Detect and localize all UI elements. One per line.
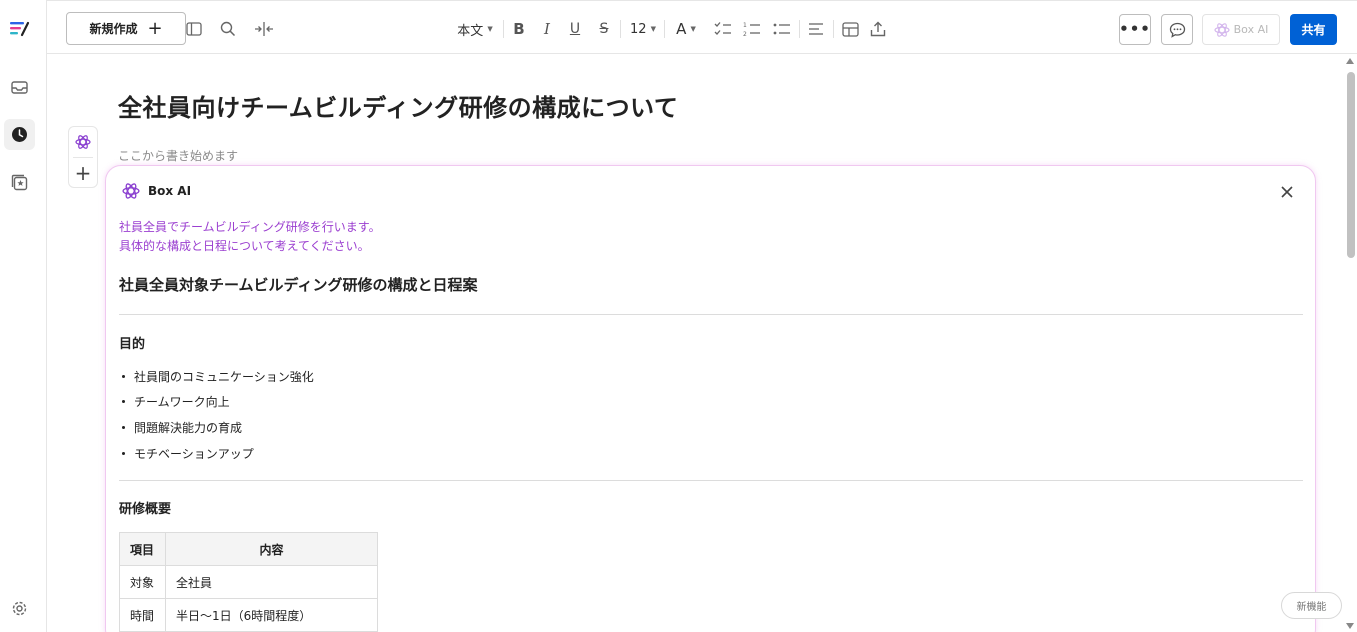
- table-insert-icon[interactable]: [839, 18, 861, 40]
- overview-table: 項目 内容 対象 全社員 時間 半日〜1日（6時間程度）: [119, 532, 378, 632]
- app-window: 新規作成 + 本文 ▼ B I U S 12 ▼ A ▼ 1 2 ••• Box…: [0, 0, 1357, 632]
- new-create-button[interactable]: 新規作成 +: [66, 12, 186, 45]
- plus-icon: +: [147, 17, 163, 39]
- add-block-plus-icon[interactable]: +: [69, 159, 97, 187]
- table-header-cell: 内容: [165, 532, 378, 566]
- ellipsis-icon: •••: [1119, 20, 1151, 38]
- block-tools: +: [68, 126, 98, 188]
- share-button[interactable]: 共有: [1290, 14, 1337, 45]
- table-header-cell: 項目: [119, 532, 166, 566]
- box-ai-atom-icon: [122, 183, 140, 199]
- left-rail: [0, 0, 47, 632]
- box-ai-panel: Box AI 社員全員でチームビルディング研修を行います。 具体的な構成と日程に…: [105, 165, 1316, 632]
- ai-response-heading: 社員全員対象チームビルディング研修の構成と日程案: [119, 276, 478, 294]
- sidebar-toggle-icon[interactable]: [184, 18, 204, 40]
- chevron-down-icon: ▼: [650, 25, 656, 33]
- block-tools-divider: [73, 157, 93, 158]
- underline-icon[interactable]: U: [565, 18, 585, 40]
- section-divider: [119, 480, 1303, 481]
- new-create-label: 新規作成: [89, 22, 138, 36]
- strikethrough-icon[interactable]: S: [594, 18, 614, 40]
- ai-prompt-line: 具体的な構成と日程について考えてください。: [119, 239, 370, 253]
- close-icon[interactable]: [1277, 182, 1297, 202]
- list-item: 問題解決能力の育成: [122, 419, 242, 436]
- section-heading-purpose: 目的: [119, 337, 146, 352]
- recent-clock-icon[interactable]: [4, 119, 35, 150]
- text-color-dropdown[interactable]: A ▼: [671, 18, 701, 40]
- box-ai-atom-icon: [1214, 22, 1230, 37]
- table-header-row: 項目 内容: [119, 532, 378, 566]
- box-ai-panel-title: Box AI: [148, 184, 192, 198]
- bulleted-list-icon[interactable]: [771, 18, 793, 40]
- ai-prompt-text: 社員全員でチームビルディング研修を行います。 具体的な構成と日程について考えてく…: [119, 218, 381, 256]
- box-ai-inline-icon[interactable]: [69, 128, 97, 156]
- favorites-icon[interactable]: [4, 167, 35, 198]
- upload-icon[interactable]: [867, 18, 889, 40]
- box-ai-button[interactable]: Box AI: [1202, 14, 1280, 45]
- text-style-dropdown[interactable]: 本文 ▼: [452, 18, 498, 40]
- bold-icon[interactable]: B: [509, 18, 529, 40]
- list-item: 社員間のコミュニケーション強化: [122, 368, 314, 385]
- document-title[interactable]: 全社員向けチームビルディング研修の構成について: [118, 88, 678, 123]
- numbered-list-icon[interactable]: 12: [741, 18, 763, 40]
- table-cell: 半日〜1日（6時間程度）: [165, 598, 378, 632]
- toolbar-divider: [503, 20, 504, 38]
- toolbar-divider: [664, 20, 665, 38]
- search-icon[interactable]: [218, 18, 238, 40]
- scroll-down-arrow-icon[interactable]: [1346, 623, 1354, 629]
- section-divider: [119, 314, 1303, 315]
- toolbar-divider: [799, 20, 800, 38]
- new-feature-button[interactable]: 新機能: [1281, 592, 1342, 619]
- list-item: モチベーションアップ: [122, 445, 254, 462]
- section-heading-overview: 研修概要: [119, 502, 172, 517]
- table-row: 時間 半日〜1日（6時間程度）: [119, 598, 378, 632]
- comment-bubble-icon: [1169, 22, 1185, 38]
- chevron-down-icon: ▼: [487, 25, 493, 33]
- checklist-icon[interactable]: [712, 18, 734, 40]
- font-size-value: 12: [630, 21, 647, 37]
- italic-icon[interactable]: I: [537, 18, 557, 40]
- svg-text:2: 2: [743, 31, 747, 37]
- scroll-up-arrow-icon[interactable]: [1346, 58, 1354, 64]
- editor-toolbar: 新規作成 + 本文 ▼ B I U S 12 ▼ A ▼ 1 2 ••• Box…: [47, 0, 1357, 54]
- box-ai-panel-header: Box AI: [122, 182, 191, 200]
- toolbar-divider: [620, 20, 621, 38]
- box-ai-button-label: Box AI: [1233, 23, 1269, 36]
- text-color-icon: A: [676, 20, 687, 38]
- chevron-down-icon: ▼: [690, 25, 696, 33]
- table-cell: 全社員: [165, 565, 378, 599]
- table-row: 対象 全社員: [119, 565, 378, 599]
- collapse-width-icon[interactable]: [253, 18, 275, 40]
- align-left-icon[interactable]: [805, 18, 827, 40]
- inbox-icon[interactable]: [4, 72, 35, 103]
- toolbar-divider: [833, 20, 834, 38]
- table-cell: 対象: [119, 565, 166, 599]
- table-cell: 時間: [119, 598, 166, 632]
- body-placeholder[interactable]: ここから書き始めます: [118, 147, 238, 164]
- settings-gear-icon[interactable]: [4, 593, 35, 624]
- scrollbar-thumb[interactable]: [1347, 72, 1355, 258]
- more-options-button[interactable]: •••: [1119, 14, 1151, 45]
- list-item: チームワーク向上: [122, 393, 230, 410]
- comments-button[interactable]: [1161, 14, 1193, 45]
- ai-prompt-line: 社員全員でチームビルディング研修を行います。: [119, 220, 381, 234]
- svg-text:1: 1: [743, 22, 747, 29]
- text-style-value: 本文: [457, 23, 484, 39]
- notes-logo-icon[interactable]: [4, 13, 35, 44]
- font-size-dropdown[interactable]: 12 ▼: [627, 18, 659, 40]
